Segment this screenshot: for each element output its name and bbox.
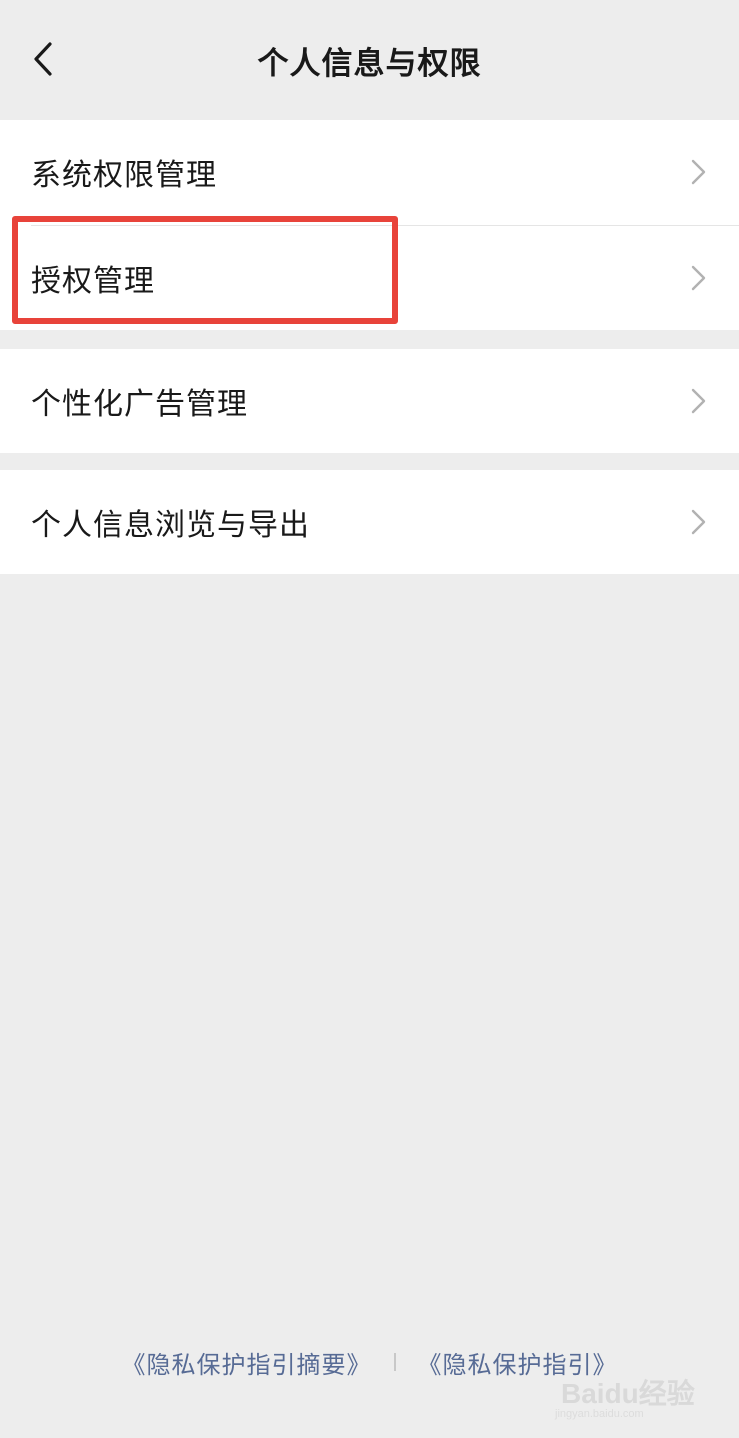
cell-personal-info-export[interactable]: 个人信息浏览与导出: [0, 470, 739, 574]
chevron-right-icon: [691, 388, 706, 414]
cell-label: 个人信息浏览与导出: [31, 508, 310, 543]
baidu-watermark: Baidu经验 jingyan.baidu.com: [551, 1356, 701, 1426]
cell-personalized-ads[interactable]: 个性化广告管理: [0, 349, 739, 453]
privacy-summary-link[interactable]: 《隐私保护指引摘要》: [122, 1345, 372, 1380]
settings-group-export: 个人信息浏览与导出: [0, 470, 739, 574]
watermark-url: jingyan.baidu.com: [555, 1408, 644, 1420]
settings-group-ads: 个性化广告管理: [0, 349, 739, 453]
cell-system-permissions[interactable]: 系统权限管理: [0, 120, 739, 224]
highlight-annotation: [12, 216, 398, 324]
nav-bar: 个人信息与权限: [0, 0, 739, 120]
cell-label: 系统权限管理: [31, 158, 217, 193]
chevron-right-icon: [691, 265, 706, 291]
watermark-brand: Baidu经验: [561, 1378, 695, 1409]
cell-label: 个性化广告管理: [31, 387, 248, 422]
footer-separator: [393, 1353, 396, 1371]
chevron-right-icon: [691, 509, 706, 535]
page-title: 个人信息与权限: [257, 46, 482, 82]
page: 个人信息与权限 系统权限管理 授权管理 个性化广告管理 个人信息浏览与导出 《隐…: [0, 0, 739, 1438]
chevron-right-icon: [691, 159, 706, 185]
